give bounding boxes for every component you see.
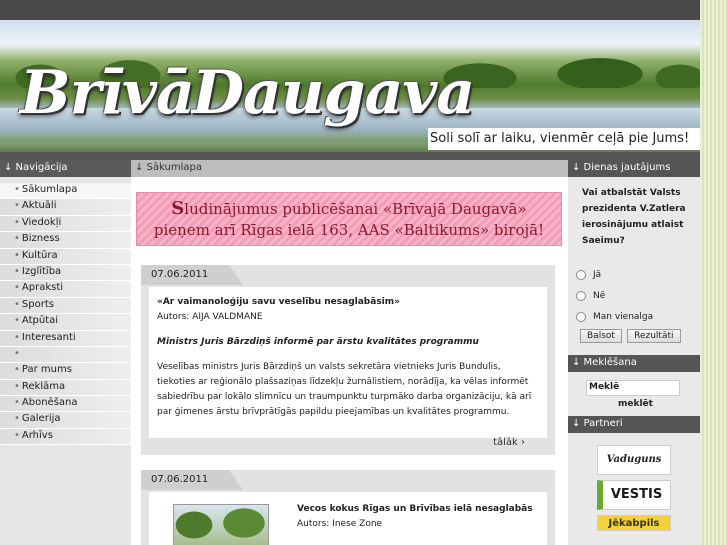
post-title[interactable]: Vecos kokus Rīgas un Brīvības ielā nesag… — [297, 502, 533, 517]
post-lead: Ministrs Juris Bārzdiņš informē par ārst… — [157, 337, 479, 347]
bullet-icon: • — [14, 331, 20, 343]
news-post: 07.06.2011 Vecos kokus Rīgas un Brīvības… — [141, 470, 555, 545]
bullet-icon: • — [14, 413, 20, 425]
sidebar-item-label: Kultūra — [21, 249, 58, 261]
sidebar-item[interactable]: • Sports — [0, 297, 131, 315]
sidebar-item-label: Viedokļi — [21, 216, 62, 228]
news-post: 07.06.2011 «Ar vaimanoloģiju savu veselī… — [141, 265, 555, 455]
post-body: «Ar vaimanoloģiju savu veselību nesaglab… — [149, 287, 547, 438]
vote-button[interactable]: Balsot — [580, 329, 622, 343]
partner-logo-vestis[interactable]: VESTIS — [597, 480, 671, 510]
sidebar-item[interactable]: • Interesanti — [0, 330, 131, 347]
bullet-icon: • — [14, 249, 20, 261]
partner-logo-vaduguns[interactable]: Vaduguns — [597, 445, 671, 475]
search-heading: ↓ Meklēšana — [568, 355, 700, 372]
bullet-icon: • — [14, 298, 20, 310]
bullet-icon: • — [14, 380, 20, 392]
sidebar-item-label: Arhīvs — [21, 429, 53, 441]
sidebar-item-label: Par mums — [21, 364, 72, 376]
poll-question: Vai atbalstāt Valsts prezidenta V.Zatler… — [582, 188, 686, 246]
sidebar-item-label: Atpūtai — [21, 315, 59, 327]
ad-line-2: pieņem arī Rīgas ielā 163, AAS «Baltikum… — [153, 221, 545, 239]
sidebar-item[interactable]: • Apraksti — [0, 281, 131, 298]
advertisement-banner[interactable]: Sludinājumus publicēšanai «Brīvajā Dauga… — [136, 192, 562, 246]
poll-option-indifferent[interactable]: Man vienalga — [568, 306, 700, 327]
sidebar-item-label: Reklāma — [21, 380, 66, 392]
sidebar-item[interactable]: • Sākumlapa — [0, 183, 131, 200]
nav-list: • Sākumlapa • Aktuāli • Viedokļi • Bizness • Kult… — [0, 183, 131, 446]
site-logo-word2[interactable]: Daugava — [192, 58, 475, 128]
sidebar-right: ↓ Dienas jautājums Vai atbalstāt Valsts … — [568, 160, 700, 545]
bullet-icon: • — [14, 364, 20, 376]
post-date: 07.06.2011 — [141, 470, 243, 490]
bullet-icon: • — [14, 347, 20, 359]
sidebar-item-label: Abonēšana — [21, 397, 78, 409]
sidebar-item-label: Galerija — [21, 413, 61, 425]
sidebar-item[interactable]: • Par mums — [0, 363, 131, 380]
sidebar-item-label: Apraksti — [21, 282, 64, 294]
read-more-link[interactable]: tālāk › — [493, 437, 525, 448]
sidebar-item[interactable]: • Viedokļi — [0, 215, 131, 233]
post-title[interactable]: «Ar vaimanoloģiju savu veselību nesaglab… — [157, 295, 539, 310]
sidebar-item-label: Izglītība — [21, 265, 62, 277]
bullet-icon: • — [14, 429, 20, 441]
main-heading: ↓ Sākumlapa — [131, 160, 568, 177]
sidebar-item[interactable]: • Galerija — [0, 412, 131, 429]
sidebar-item[interactable]: • Aktuāli — [0, 199, 131, 216]
search-input[interactable]: Meklē — [586, 380, 680, 396]
partner-logo-jekabpils[interactable]: Jēkabpils — [597, 515, 671, 531]
partners-heading: ↓ Partneri — [568, 416, 700, 433]
header-stripe — [0, 152, 700, 160]
top-bar — [0, 0, 700, 20]
post-date: 07.06.2011 — [141, 265, 243, 285]
sidebar-item[interactable]: • — [0, 346, 131, 364]
sidebar-item[interactable]: • Reklāma — [0, 379, 131, 397]
poll-buttons: Balsot Rezultāti — [568, 327, 700, 355]
slogan: Soli solī ar laiku, vienmēr ceļā pie Jum… — [428, 128, 700, 150]
sidebar-item[interactable]: • Izglītība — [0, 264, 131, 282]
sidebar-item[interactable]: • Arhīvs — [0, 428, 131, 446]
radio-button[interactable] — [576, 269, 586, 280]
search-button[interactable]: meklēt — [618, 399, 700, 416]
site-logo-word1[interactable]: Brīvā — [20, 58, 195, 128]
poll-option-yes[interactable]: Jā — [568, 264, 700, 285]
bullet-icon: • — [14, 265, 20, 277]
bullet-icon: • — [14, 216, 20, 228]
sidebar-item[interactable]: • Abonēšana — [0, 396, 131, 413]
radio-button[interactable] — [576, 311, 586, 322]
sidebar-item[interactable]: • Kultūra — [0, 248, 131, 265]
ad-line-1: Sludinājumus publicēšanai «Brīvajā Dauga… — [171, 198, 527, 219]
sidebar-navigation: ↓ Navigācija • Sākumlapa • Aktuāli • Viedokļi… — [0, 160, 131, 545]
sidebar-item-label: Interesanti — [21, 331, 76, 343]
nav-heading: ↓ Navigācija — [0, 160, 131, 177]
sidebar-item-label: Bizness — [21, 233, 60, 245]
sidebar-item[interactable]: • Bizness — [0, 232, 131, 249]
post-thumbnail-image[interactable] — [173, 504, 269, 545]
post-author: Autors: AIJA VALDMANE — [157, 312, 263, 322]
sidebar-item-label: Aktuāli — [21, 200, 57, 212]
main-content: ↓ Sākumlapa Sludinājumus publicēšanai «B… — [131, 160, 568, 545]
results-button[interactable]: Rezultāti — [627, 329, 681, 343]
post-body: Vecos kokus Rīgas un Brīvības ielā nesag… — [149, 492, 547, 545]
bullet-icon: • — [14, 200, 20, 212]
radio-button[interactable] — [576, 290, 586, 301]
bullet-icon: • — [14, 282, 20, 294]
sidebar-item[interactable]: • Atpūtai — [0, 314, 131, 331]
poll-heading: ↓ Dienas jautājums — [568, 160, 700, 177]
bullet-icon: • — [14, 315, 20, 327]
post-author: Autors: Inese Zone — [297, 519, 383, 529]
sidebar-item-label: Sākumlapa — [21, 184, 78, 195]
bullet-icon: • — [14, 184, 20, 195]
sidebar-item-label: Sports — [21, 298, 54, 310]
bullet-icon: • — [14, 397, 20, 409]
poll-option-no[interactable]: Nē — [568, 285, 700, 306]
bullet-icon: • — [14, 233, 20, 245]
post-text: Veselības ministrs Juris Bārzdiņš un val… — [157, 362, 532, 417]
